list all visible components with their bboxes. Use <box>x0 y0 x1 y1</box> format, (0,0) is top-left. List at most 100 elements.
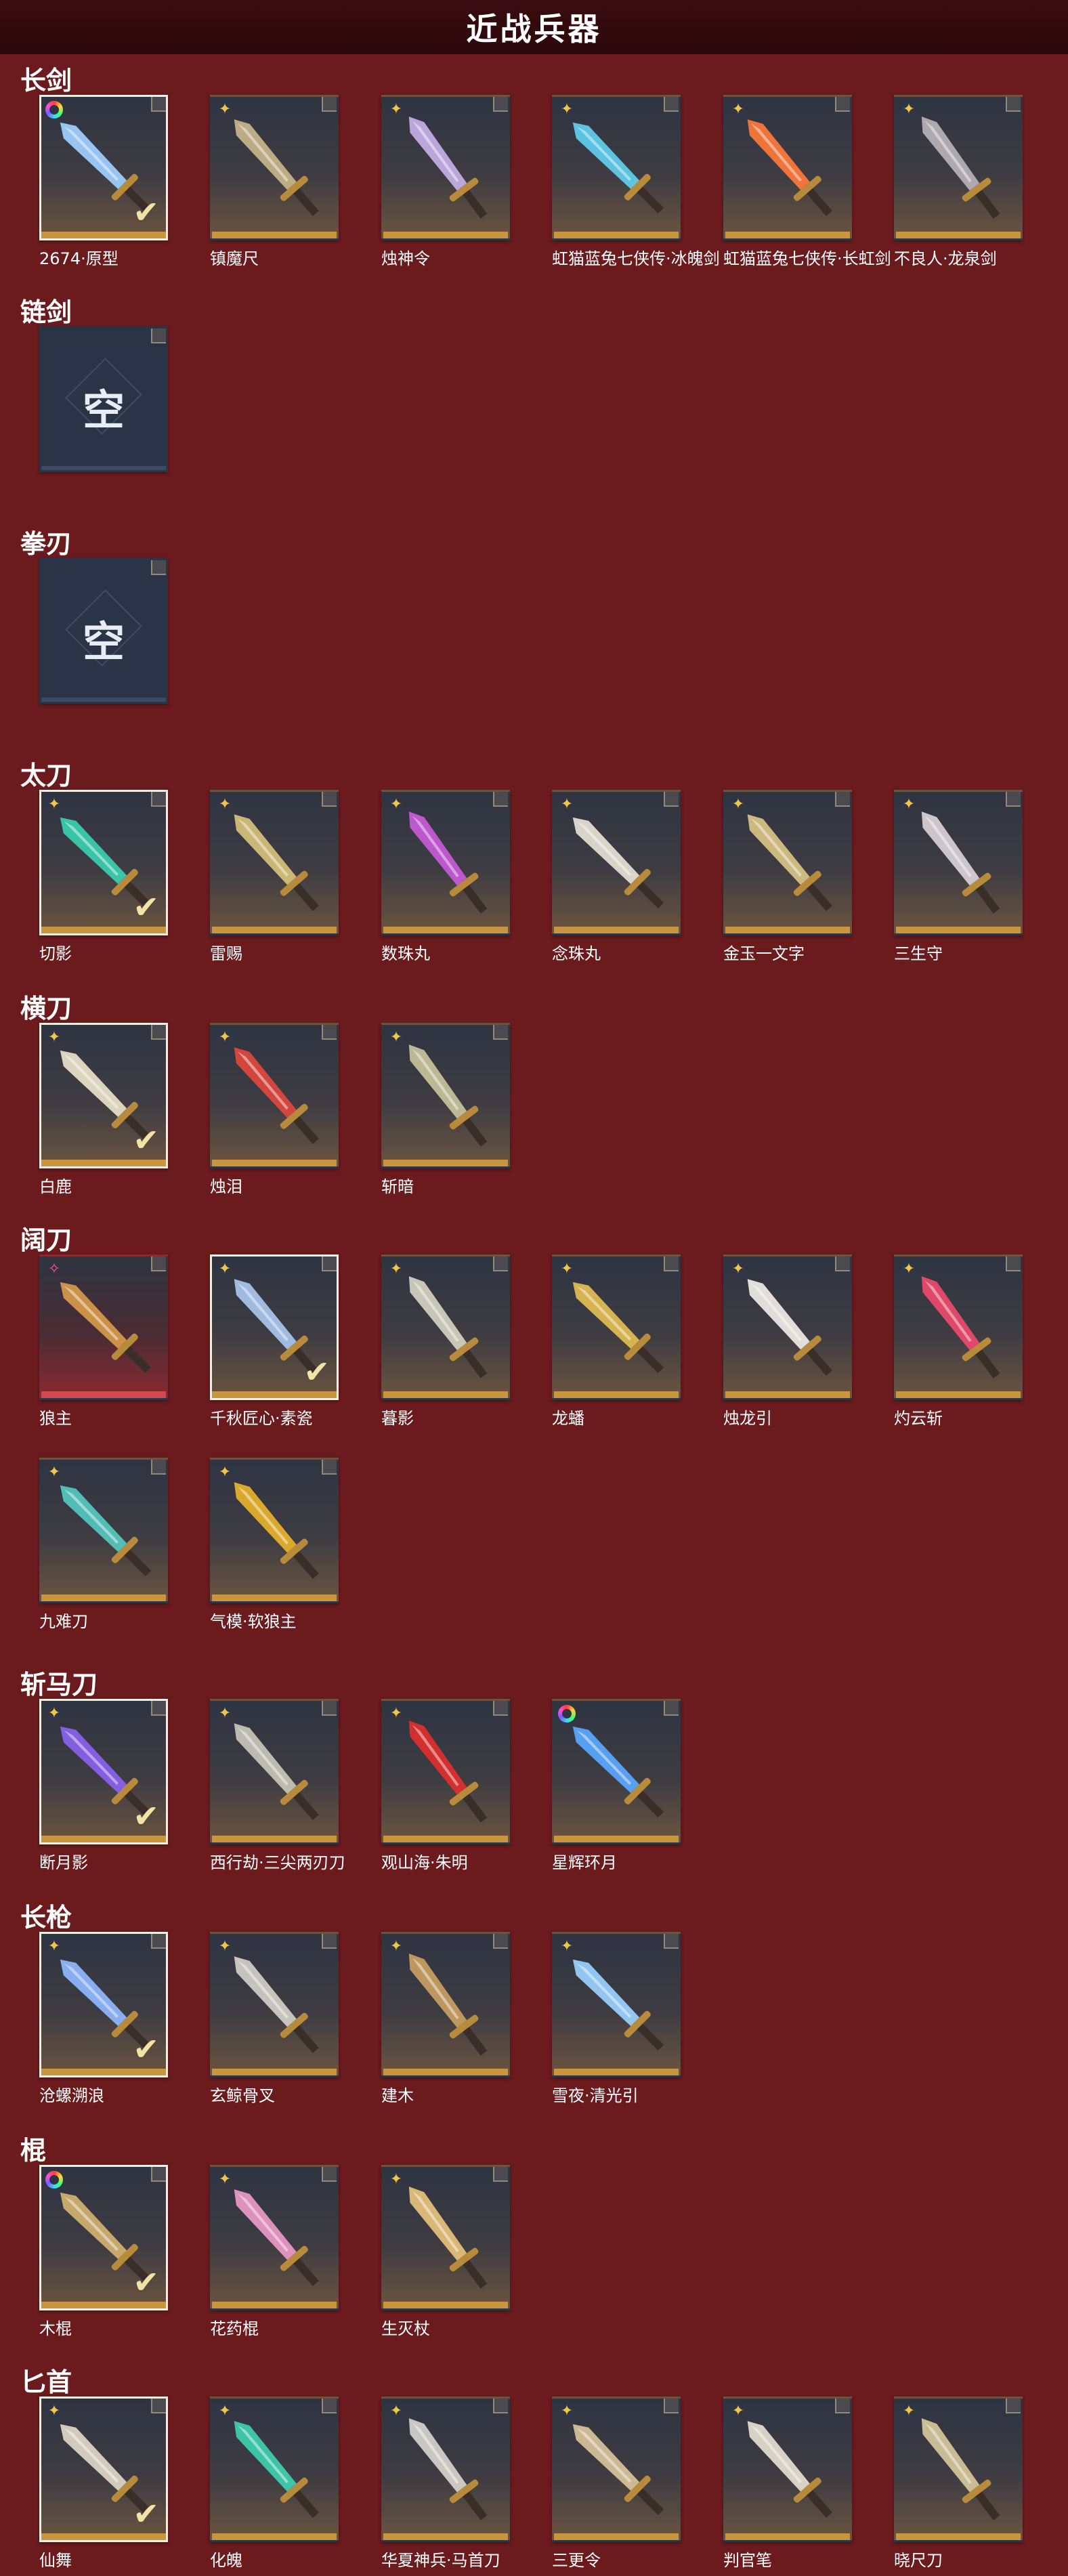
weapon-hilt <box>806 188 832 217</box>
weapon-card[interactable]: ✦ <box>894 790 1023 935</box>
weapon-card[interactable]: ✦ ✔ <box>39 1699 168 1844</box>
weapon-card[interactable]: 空 <box>39 326 168 472</box>
rarity-strip <box>212 1595 337 1601</box>
weapon-card[interactable]: ✦ ✔ <box>39 2396 168 2542</box>
weapon-card[interactable]: ✔ <box>39 95 168 240</box>
weapon-hilt <box>463 885 488 914</box>
gold-star-icon: ✦ <box>389 2403 403 2420</box>
weapon-card[interactable]: ✦ <box>210 1023 339 1168</box>
weapon-shine <box>924 1280 972 1343</box>
rarity-strip <box>212 927 337 933</box>
rarity-strip <box>725 2533 850 2540</box>
weapon-card[interactable]: ✦ <box>381 2396 510 2542</box>
weapon-card[interactable]: ✦ <box>210 1932 339 2077</box>
weapon-shine <box>412 1958 459 2020</box>
weapon-name: 虹猫蓝兔七侠传·长虹剑 <box>723 249 891 268</box>
section-title: 斩马刀 <box>20 1670 98 1699</box>
weapon-card[interactable]: ✦ <box>381 1699 510 1844</box>
weapon-card[interactable]: ✦ <box>381 790 510 935</box>
gold-star-icon: ✦ <box>389 796 403 813</box>
weapon-card[interactable]: ✦ <box>381 95 510 240</box>
weapon-card[interactable]: ✦ <box>210 790 339 935</box>
corner-tab-icon <box>151 1025 166 1040</box>
weapon-card[interactable]: ✦ <box>552 1254 681 1400</box>
corner-tab-icon <box>664 1934 679 1949</box>
weapon-card[interactable]: ✦ <box>552 95 681 240</box>
weapon-card[interactable]: ✦ <box>381 1254 510 1400</box>
corner-tab-icon <box>493 2399 508 2413</box>
corner-tab-icon <box>493 1934 508 1949</box>
weapon-card[interactable]: ✦ <box>894 2396 1023 2542</box>
empty-slot-text: 空 <box>82 385 125 435</box>
weapon-card[interactable]: ✦ <box>894 95 1023 240</box>
corner-tab-icon <box>151 560 166 575</box>
weapon-card[interactable]: ✦ <box>723 95 852 240</box>
weapon-card[interactable]: ✦ <box>723 790 852 935</box>
weapon-shine <box>576 821 632 877</box>
weapon-name: 白鹿 <box>39 1177 72 1196</box>
weapon-shine <box>576 2428 632 2483</box>
weapon-card[interactable]: ✦ <box>210 2165 339 2310</box>
weapon-card[interactable]: ✦ <box>210 1458 339 1603</box>
corner-tab-icon <box>151 1701 166 1716</box>
weapon-card[interactable]: ✦ <box>210 2396 339 2542</box>
weapon-hilt <box>293 2490 319 2518</box>
weapon-card[interactable]: ✦ <box>210 95 339 240</box>
gold-star-icon: ✦ <box>389 1029 403 1046</box>
weapon-name: 判官笔 <box>723 2551 772 2570</box>
weapon-name: 切影 <box>39 944 72 963</box>
weapon-name: 气模·软狼主 <box>210 1612 297 1631</box>
weapon-card[interactable]: ✦ <box>39 1458 168 1603</box>
gold-star-icon: ✦ <box>560 796 574 813</box>
weapon-card[interactable]: ✦ ✔ <box>39 1932 168 2077</box>
weapon-card[interactable]: 空 <box>39 558 168 704</box>
weapon-card[interactable]: ✦ ✔ <box>39 1023 168 1168</box>
weapon-card[interactable]: ✦ <box>381 2165 510 2310</box>
gold-star-icon: ✦ <box>218 1705 232 1722</box>
weapon-card[interactable]: ✦ <box>381 1932 510 2077</box>
corner-tab-icon <box>151 2167 166 2182</box>
rarity-strip <box>554 1391 679 1398</box>
page-header: 近战兵器 <box>0 0 1068 54</box>
rarity-strip <box>554 2533 679 2540</box>
rarity-strip <box>725 927 850 933</box>
gold-star-icon: ✦ <box>47 1029 61 1046</box>
rarity-strip <box>212 1160 337 1166</box>
rarity-strip <box>212 1391 337 1398</box>
weapon-card[interactable]: ✦ <box>381 1023 510 1168</box>
weapon-card[interactable]: ✦ <box>210 1699 339 1844</box>
gold-star-icon: ✦ <box>218 1464 232 1481</box>
weapon-name: 数珠丸 <box>381 944 430 963</box>
gold-star-icon: ✦ <box>389 1705 403 1722</box>
weapon-card[interactable] <box>552 1699 681 1844</box>
weapon-hilt <box>463 2260 488 2289</box>
weapon-shine <box>237 1727 289 1786</box>
corner-tab-icon <box>493 97 508 112</box>
weapon-card[interactable]: ✦ <box>552 790 681 935</box>
weapon-card[interactable]: ✔ <box>39 2165 168 2310</box>
gold-star-icon: ✦ <box>389 1938 403 1955</box>
rarity-strip <box>41 2302 166 2308</box>
weapon-card[interactable]: ✦ <box>552 2396 681 2542</box>
weapon-name: 雪夜·清光引 <box>552 2086 639 2105</box>
weapon-card[interactable]: ✦ ✔ <box>39 790 168 935</box>
weapon-card[interactable]: ✦ <box>723 2396 852 2542</box>
weapon-card[interactable]: ✦ <box>723 1254 852 1400</box>
weapon-hilt <box>637 2023 664 2051</box>
weapon-card[interactable]: ✦ <box>552 1932 681 2077</box>
weapon-hilt <box>806 883 832 912</box>
weapon-hilt <box>463 1349 488 1378</box>
equipped-check-icon: ✔ <box>133 1122 159 1158</box>
gold-star-icon: ✦ <box>731 1261 745 1278</box>
gold-star-icon: ✦ <box>560 2403 574 2420</box>
rarity-strip <box>41 1391 166 1398</box>
weapon-card[interactable]: ✦ ✔ <box>210 1254 339 1400</box>
gold-star-icon: ✦ <box>731 101 745 118</box>
weapon-card[interactable]: ✦ <box>894 1254 1023 1400</box>
weapon-name: 观山海·朱明 <box>381 1853 468 1872</box>
pink-star-icon: ✧ <box>47 1261 61 1278</box>
weapon-card[interactable]: ✧ <box>39 1254 168 1400</box>
rarity-strip <box>383 2069 508 2075</box>
weapon-name: 化魄 <box>210 2551 242 2570</box>
weapon-shine <box>237 1283 289 1342</box>
